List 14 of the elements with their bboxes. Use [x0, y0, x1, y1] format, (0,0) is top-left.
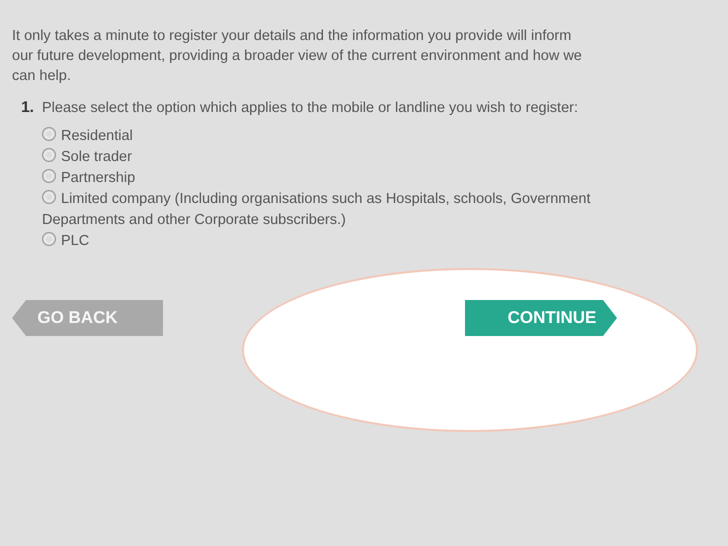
radio-icon[interactable]: [42, 127, 56, 141]
continue-button[interactable]: CONTINUE: [465, 300, 617, 336]
radio-icon[interactable]: [42, 232, 56, 246]
radio-option[interactable]: Sole trader: [42, 147, 132, 168]
radio-icon[interactable]: [42, 169, 56, 183]
radio-icon[interactable]: [42, 190, 56, 204]
intro-text: It only takes a minute to register your details and the information you provide will inform our future development, providing a broader view of the current environment and how we can help.: [12, 27, 583, 86]
question-number: 1.: [20, 98, 34, 118]
question-text: Please select the option which applies to the mobile or landline you wish to register:: [42, 99, 579, 118]
radio-option[interactable]: PLC: [42, 231, 90, 252]
radio-icon[interactable]: [42, 148, 56, 162]
radio-option[interactable]: Residential: [42, 126, 133, 147]
radio-option[interactable]: Partnership: [42, 168, 136, 189]
radio-option[interactable]: Limited company (Including organisations such as Hospitals, schools, Government Departments and other Corporate subscribers.): [42, 189, 612, 231]
